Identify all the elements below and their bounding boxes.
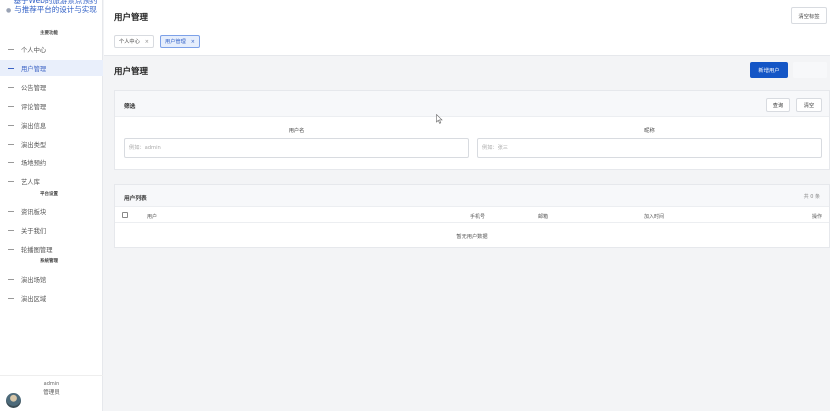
- tab-profile[interactable]: 个人中心 ×: [114, 35, 154, 48]
- sidebar-item-show-types[interactable]: 演出类型: [0, 136, 103, 152]
- column-joined: 加入时间: [644, 214, 665, 220]
- sidebar-item-label: 场地预约: [21, 159, 47, 167]
- sidebar-item-label: 演出场馆: [21, 276, 47, 284]
- sidebar-item-artists[interactable]: 艺人库: [0, 173, 103, 189]
- sidebar-item-label: 资讯板块: [21, 208, 47, 216]
- dash-icon: [8, 143, 14, 145]
- nickname-input[interactable]: [477, 138, 822, 158]
- sidebar-item-label: 用户管理: [21, 65, 47, 73]
- sidebar-item-profile[interactable]: 个人中心: [0, 41, 103, 57]
- sidebar-item-announcements[interactable]: 公告管理: [0, 79, 103, 95]
- sidebar-item-carousel[interactable]: 轮播图管理: [0, 241, 103, 257]
- nickname-label: 昵称: [644, 128, 655, 134]
- filter-panel-header: 筛选 查询 清空: [115, 91, 829, 117]
- dash-icon: [8, 229, 14, 231]
- sidebar-item-label: 关于我们: [21, 227, 47, 235]
- sidebar-group-main: 主要功能: [40, 31, 58, 36]
- avatar[interactable]: [6, 393, 21, 408]
- sidebar-item-label: 轮播图管理: [21, 246, 53, 254]
- column-user: 用户: [147, 214, 158, 220]
- clear-tabs-button[interactable]: 清空标签: [791, 7, 827, 24]
- close-icon[interactable]: ×: [191, 39, 195, 45]
- close-icon[interactable]: ×: [145, 39, 149, 45]
- tab-label: 个人中心: [119, 39, 140, 45]
- column-actions: 操作: [812, 214, 823, 220]
- user-box: admin 管理员: [0, 375, 103, 411]
- dash-icon: [8, 124, 14, 126]
- dash-icon: [8, 86, 14, 88]
- sidebar-item-comments[interactable]: 评论管理: [0, 98, 103, 114]
- dash-icon: [8, 210, 14, 212]
- sidebar-group-system: 系统管理: [40, 259, 58, 264]
- header: 用户管理 清空标签 个人中心 × 用户管理 ×: [104, 0, 830, 56]
- brand-title: 基于Web的旅游景点预约与推荐平台的设计与实现: [13, 0, 98, 14]
- column-email: 邮箱: [538, 214, 549, 220]
- tab-users[interactable]: 用户管理 ×: [160, 35, 200, 48]
- tab-label: 用户管理: [165, 39, 186, 45]
- sidebar-item-regions[interactable]: 演出区域: [0, 290, 103, 306]
- add-user-button[interactable]: 新增用户: [750, 62, 788, 78]
- list-count: 共 0 条: [803, 194, 820, 200]
- sidebar-item-show-info[interactable]: 演出信息: [0, 117, 103, 133]
- user-list-panel: 用户列表 共 0 条 用户 手机号 邮箱 加入时间 操作 暂无用户数据: [114, 184, 830, 248]
- sidebar: ● 基于Web的旅游景点预约与推荐平台的设计与实现 主要功能 个人中心 用户管理…: [0, 0, 103, 411]
- dash-icon: [8, 278, 14, 280]
- dash-icon: [8, 297, 14, 299]
- sidebar-item-label: 公告管理: [21, 84, 47, 92]
- username-label: 用户名: [288, 128, 305, 134]
- select-all-checkbox[interactable]: [122, 212, 128, 218]
- search-button[interactable]: 查询: [766, 98, 790, 112]
- sidebar-item-label: 演出类型: [21, 141, 47, 149]
- dash-icon: [8, 180, 14, 182]
- page-title: 用户管理: [114, 67, 149, 77]
- dash-icon: [8, 248, 14, 250]
- sidebar-item-label: 评论管理: [21, 103, 47, 111]
- username-input[interactable]: [124, 138, 469, 158]
- list-header: 用户列表 共 0 条: [115, 185, 829, 207]
- dash-icon: [8, 161, 14, 163]
- list-title: 用户列表: [124, 196, 147, 202]
- dash-icon: [8, 67, 14, 69]
- sidebar-item-news[interactable]: 资讯板块: [0, 203, 103, 219]
- sidebar-item-users[interactable]: 用户管理: [0, 60, 103, 76]
- reset-button[interactable]: 清空: [796, 98, 822, 112]
- dash-icon: [8, 105, 14, 107]
- sidebar-item-label: 演出区域: [21, 295, 47, 303]
- sidebar-item-venues[interactable]: 演出场馆: [0, 271, 103, 287]
- user-name: admin: [43, 381, 60, 387]
- brand: ● 基于Web的旅游景点预约与推荐平台的设计与实现: [0, 0, 103, 26]
- table-header: 用户 手机号 邮箱 加入时间 操作: [115, 208, 829, 223]
- sidebar-item-venue-booking[interactable]: 场地预约: [0, 154, 103, 170]
- empty-state: 暂无用户数据: [456, 234, 488, 240]
- brand-dot-icon: ●: [6, 7, 12, 14]
- sidebar-item-label: 艺人库: [21, 178, 40, 186]
- sidebar-item-label: 个人中心: [21, 46, 47, 54]
- secondary-button[interactable]: [793, 62, 827, 78]
- header-title: 用户管理: [114, 13, 149, 23]
- mouse-cursor-icon: [436, 113, 443, 126]
- sidebar-group-platform: 平台设置: [40, 192, 58, 197]
- sidebar-item-label: 演出信息: [21, 122, 47, 130]
- dash-icon: [8, 48, 14, 50]
- column-phone: 手机号: [470, 214, 486, 220]
- filter-title: 筛选: [124, 104, 136, 110]
- filter-panel: 筛选 查询 清空 用户名 昵称: [114, 90, 830, 170]
- sidebar-item-about[interactable]: 关于我们: [0, 222, 103, 238]
